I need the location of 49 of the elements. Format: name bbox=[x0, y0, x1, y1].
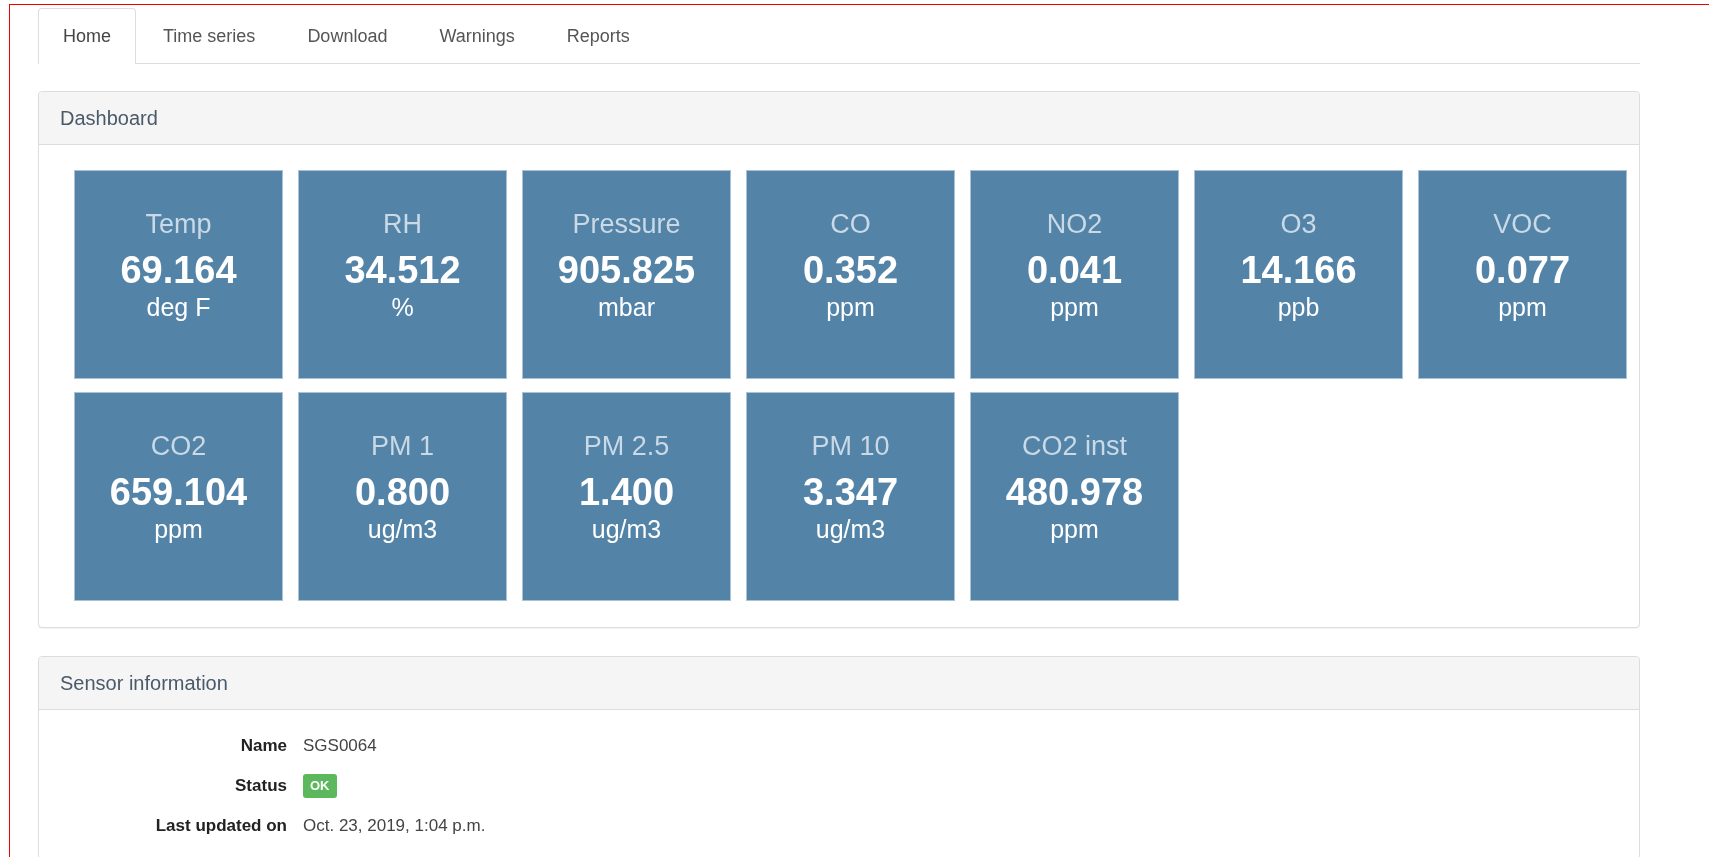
metric-name: Pressure bbox=[572, 208, 681, 241]
metric-unit: % bbox=[391, 293, 414, 321]
metric-name: CO2 bbox=[150, 430, 207, 463]
metric-unit: ppm bbox=[826, 293, 875, 321]
metric-unit: ppb bbox=[1277, 293, 1320, 321]
panel-title: Sensor information bbox=[60, 671, 228, 695]
metric-unit: ppm bbox=[1050, 515, 1099, 543]
metric-value: 905.825 bbox=[557, 248, 696, 293]
metric-unit: ppm bbox=[1498, 293, 1547, 321]
metric-value: 14.166 bbox=[1240, 248, 1357, 293]
metric-unit: ppm bbox=[1050, 293, 1099, 321]
field-label: Name bbox=[239, 735, 287, 757]
field-label: Last updated on bbox=[154, 815, 287, 837]
metric-name: NO2 bbox=[1046, 208, 1103, 241]
metric-value: 659.104 bbox=[109, 470, 248, 515]
metric-name: PM 1 bbox=[371, 430, 434, 463]
metric-unit: ug/m3 bbox=[367, 515, 438, 543]
metric-value: 0.800 bbox=[354, 470, 451, 515]
field-value: Oct. 23, 2019, 1:04 p.m. bbox=[303, 815, 487, 837]
metric-unit: mbar bbox=[598, 293, 655, 321]
metric-value: 0.077 bbox=[1474, 248, 1571, 293]
metric-name: CO bbox=[830, 208, 871, 241]
metric-value: 1.400 bbox=[578, 470, 675, 515]
tab[interactable]: Warnings bbox=[414, 8, 540, 64]
metric-name: VOC bbox=[1493, 208, 1552, 241]
metric-name: RH bbox=[383, 208, 422, 241]
tab[interactable]: Home bbox=[38, 8, 136, 64]
tab[interactable]: Reports bbox=[541, 8, 655, 64]
tab[interactable]: Download bbox=[282, 8, 413, 64]
metric-name: PM 2.5 bbox=[583, 430, 670, 463]
metric-name: CO2 inst bbox=[1021, 430, 1127, 463]
metric-name: PM 10 bbox=[811, 430, 890, 463]
metric-value: 34.512 bbox=[344, 248, 461, 293]
metric-value: 0.041 bbox=[1026, 248, 1123, 293]
status-badge: OK bbox=[303, 773, 337, 798]
metric-value: 3.347 bbox=[802, 470, 899, 515]
metric-value: 480.978 bbox=[1005, 470, 1144, 515]
metric-name: Temp bbox=[145, 208, 212, 241]
field-value: SGS0064 bbox=[303, 735, 378, 757]
metric-unit: ug/m3 bbox=[591, 515, 662, 543]
panel-title: Dashboard bbox=[60, 106, 158, 130]
metric-value: 69.164 bbox=[120, 248, 237, 293]
metric-name: O3 bbox=[1280, 208, 1317, 241]
tab[interactable]: Time series bbox=[138, 8, 281, 64]
metric-unit: ug/m3 bbox=[815, 515, 886, 543]
metric-value: 0.352 bbox=[802, 248, 899, 293]
metric-unit: deg F bbox=[146, 293, 211, 321]
metric-unit: ppm bbox=[154, 515, 203, 543]
field-label: Status bbox=[234, 775, 287, 797]
